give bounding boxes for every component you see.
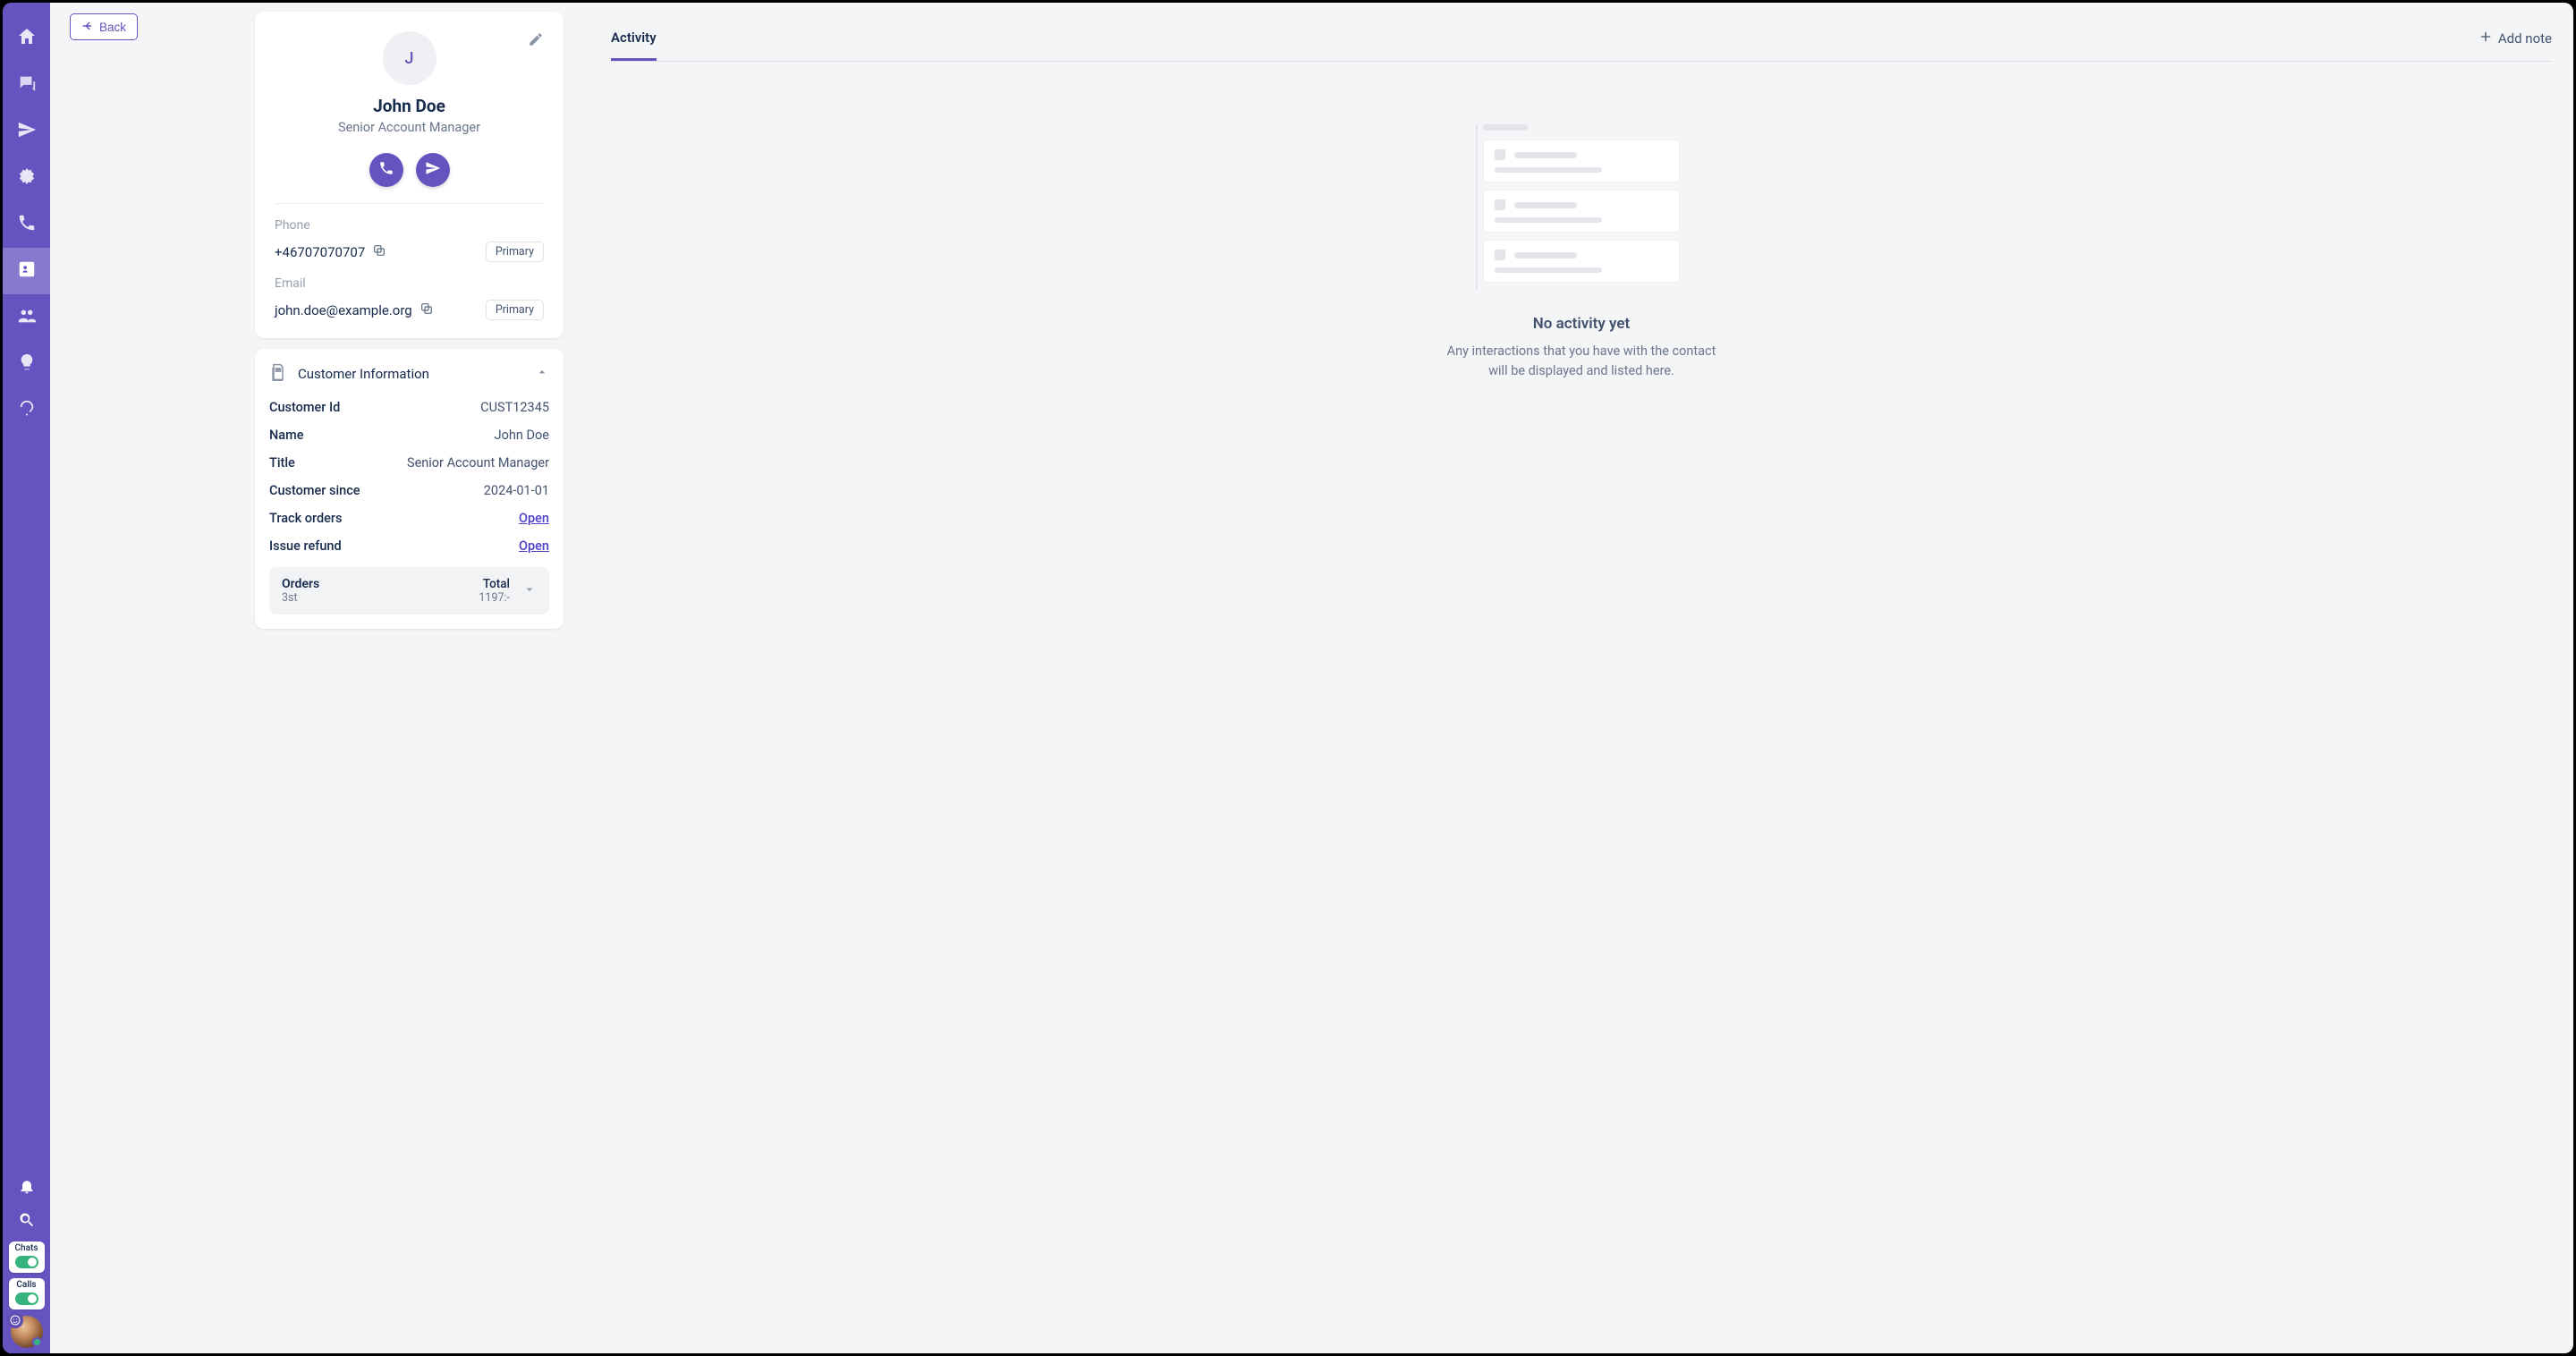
orders-count: 3st: [282, 591, 319, 605]
toggle-switch-on: [15, 1256, 38, 1268]
activity-tabs: Activity Add note: [611, 24, 2552, 62]
send-icon: [17, 120, 37, 143]
chevron-down-icon: [522, 582, 537, 600]
copy-phone-button[interactable]: [372, 243, 386, 261]
call-button[interactable]: [369, 153, 403, 187]
empty-state-title: No activity yet: [1533, 315, 1631, 333]
presence-online-icon: [32, 1337, 42, 1347]
track-orders-key: Track orders: [269, 511, 343, 526]
empty-state-illustration: [1483, 124, 1680, 290]
sidebar: Chats Calls: [3, 3, 50, 1353]
activity-empty-state: No activity yet Any interactions that yo…: [611, 124, 2552, 381]
customer-title-key: Title: [269, 455, 295, 470]
issue-refund-link[interactable]: Open: [519, 538, 549, 554]
phone-icon: [17, 213, 37, 236]
nav-send[interactable]: [3, 108, 50, 155]
arrow-left-icon: [81, 20, 94, 35]
toggle-switch-on: [15, 1292, 38, 1305]
toggle-calls[interactable]: Calls: [9, 1278, 45, 1309]
user-avatar[interactable]: [11, 1316, 43, 1348]
nav-contacts[interactable]: [3, 248, 50, 294]
people-icon: [17, 306, 37, 329]
email-value: john.doe@example.org: [275, 302, 412, 318]
tab-activity-label: Activity: [611, 30, 657, 46]
customer-name-value: John Doe: [495, 428, 549, 443]
customer-info-card: Customer Information Customer Id CUST1234…: [255, 349, 564, 629]
nav-home[interactable]: [3, 15, 50, 62]
email-label: Email: [275, 276, 544, 291]
phone-primary-tag: Primary: [486, 242, 544, 262]
status-badge-icon: [7, 1312, 23, 1328]
nav-notifications[interactable]: [3, 1171, 50, 1205]
phone-label: Phone: [275, 218, 544, 233]
profile-card: J John Doe Senior Account Manager Pho: [255, 12, 564, 338]
contact-card-icon: [17, 259, 37, 283]
phone-icon: [378, 160, 394, 180]
collapse-customer-info-button[interactable]: [535, 365, 549, 383]
chevron-up-icon: [535, 366, 549, 383]
contact-title: Senior Account Manager: [338, 120, 480, 135]
bell-icon: [18, 1177, 36, 1199]
nav-search[interactable]: [3, 1205, 50, 1239]
nav-team[interactable]: [3, 294, 50, 341]
orders-label: Orders: [282, 577, 319, 591]
empty-state-subtitle: Any interactions that you have with the …: [1438, 342, 1724, 381]
help-icon: [17, 399, 37, 422]
contact-avatar: J: [383, 31, 436, 85]
add-note-button[interactable]: Add note: [2479, 30, 2552, 56]
customer-title-value: Senior Account Manager: [407, 455, 549, 470]
nav-chats[interactable]: [3, 62, 50, 108]
email-primary-tag: Primary: [486, 300, 544, 320]
contact-name: John Doe: [373, 96, 445, 116]
toggle-calls-label: Calls: [16, 1281, 36, 1290]
customer-since-value: 2024-01-01: [484, 483, 549, 498]
toggle-chats-label: Chats: [15, 1244, 38, 1253]
pencil-icon: [528, 34, 544, 51]
customer-name-key: Name: [269, 428, 304, 443]
document-icon: [269, 363, 287, 385]
orders-expander[interactable]: Orders 3st Total 1197:-: [269, 567, 549, 614]
copy-icon: [372, 245, 386, 261]
plus-icon: [2479, 30, 2493, 47]
toggle-chats[interactable]: Chats: [9, 1242, 45, 1273]
nav-automation[interactable]: [3, 155, 50, 201]
back-button-label: Back: [99, 21, 126, 34]
chat-icon: [17, 73, 37, 97]
customer-since-key: Customer since: [269, 483, 360, 498]
tab-activity[interactable]: Activity: [611, 24, 657, 61]
add-note-label: Add note: [2498, 30, 2552, 47]
nav-help[interactable]: [3, 387, 50, 434]
message-button[interactable]: [416, 153, 450, 187]
track-orders-link[interactable]: Open: [519, 511, 549, 526]
issue-refund-key: Issue refund: [269, 538, 342, 554]
back-button[interactable]: Back: [70, 13, 138, 40]
customer-id-key: Customer Id: [269, 400, 340, 415]
nav-calls[interactable]: [3, 201, 50, 248]
orders-total-label: Total: [483, 577, 510, 591]
orders-total-value: 1197:-: [479, 591, 510, 605]
send-icon: [425, 160, 441, 180]
edit-contact-button[interactable]: [528, 31, 544, 51]
nav-insights[interactable]: [3, 341, 50, 387]
customer-id-value: CUST12345: [480, 400, 549, 415]
customer-info-header: Customer Information: [298, 366, 429, 382]
contact-avatar-initial: J: [404, 49, 413, 68]
lightbulb-icon: [17, 352, 37, 376]
gear-icon: [17, 166, 37, 190]
search-icon: [18, 1211, 36, 1233]
copy-email-button[interactable]: [419, 301, 434, 319]
phone-value: +46707070707: [275, 244, 365, 260]
home-icon: [16, 26, 38, 51]
copy-icon: [419, 303, 434, 319]
